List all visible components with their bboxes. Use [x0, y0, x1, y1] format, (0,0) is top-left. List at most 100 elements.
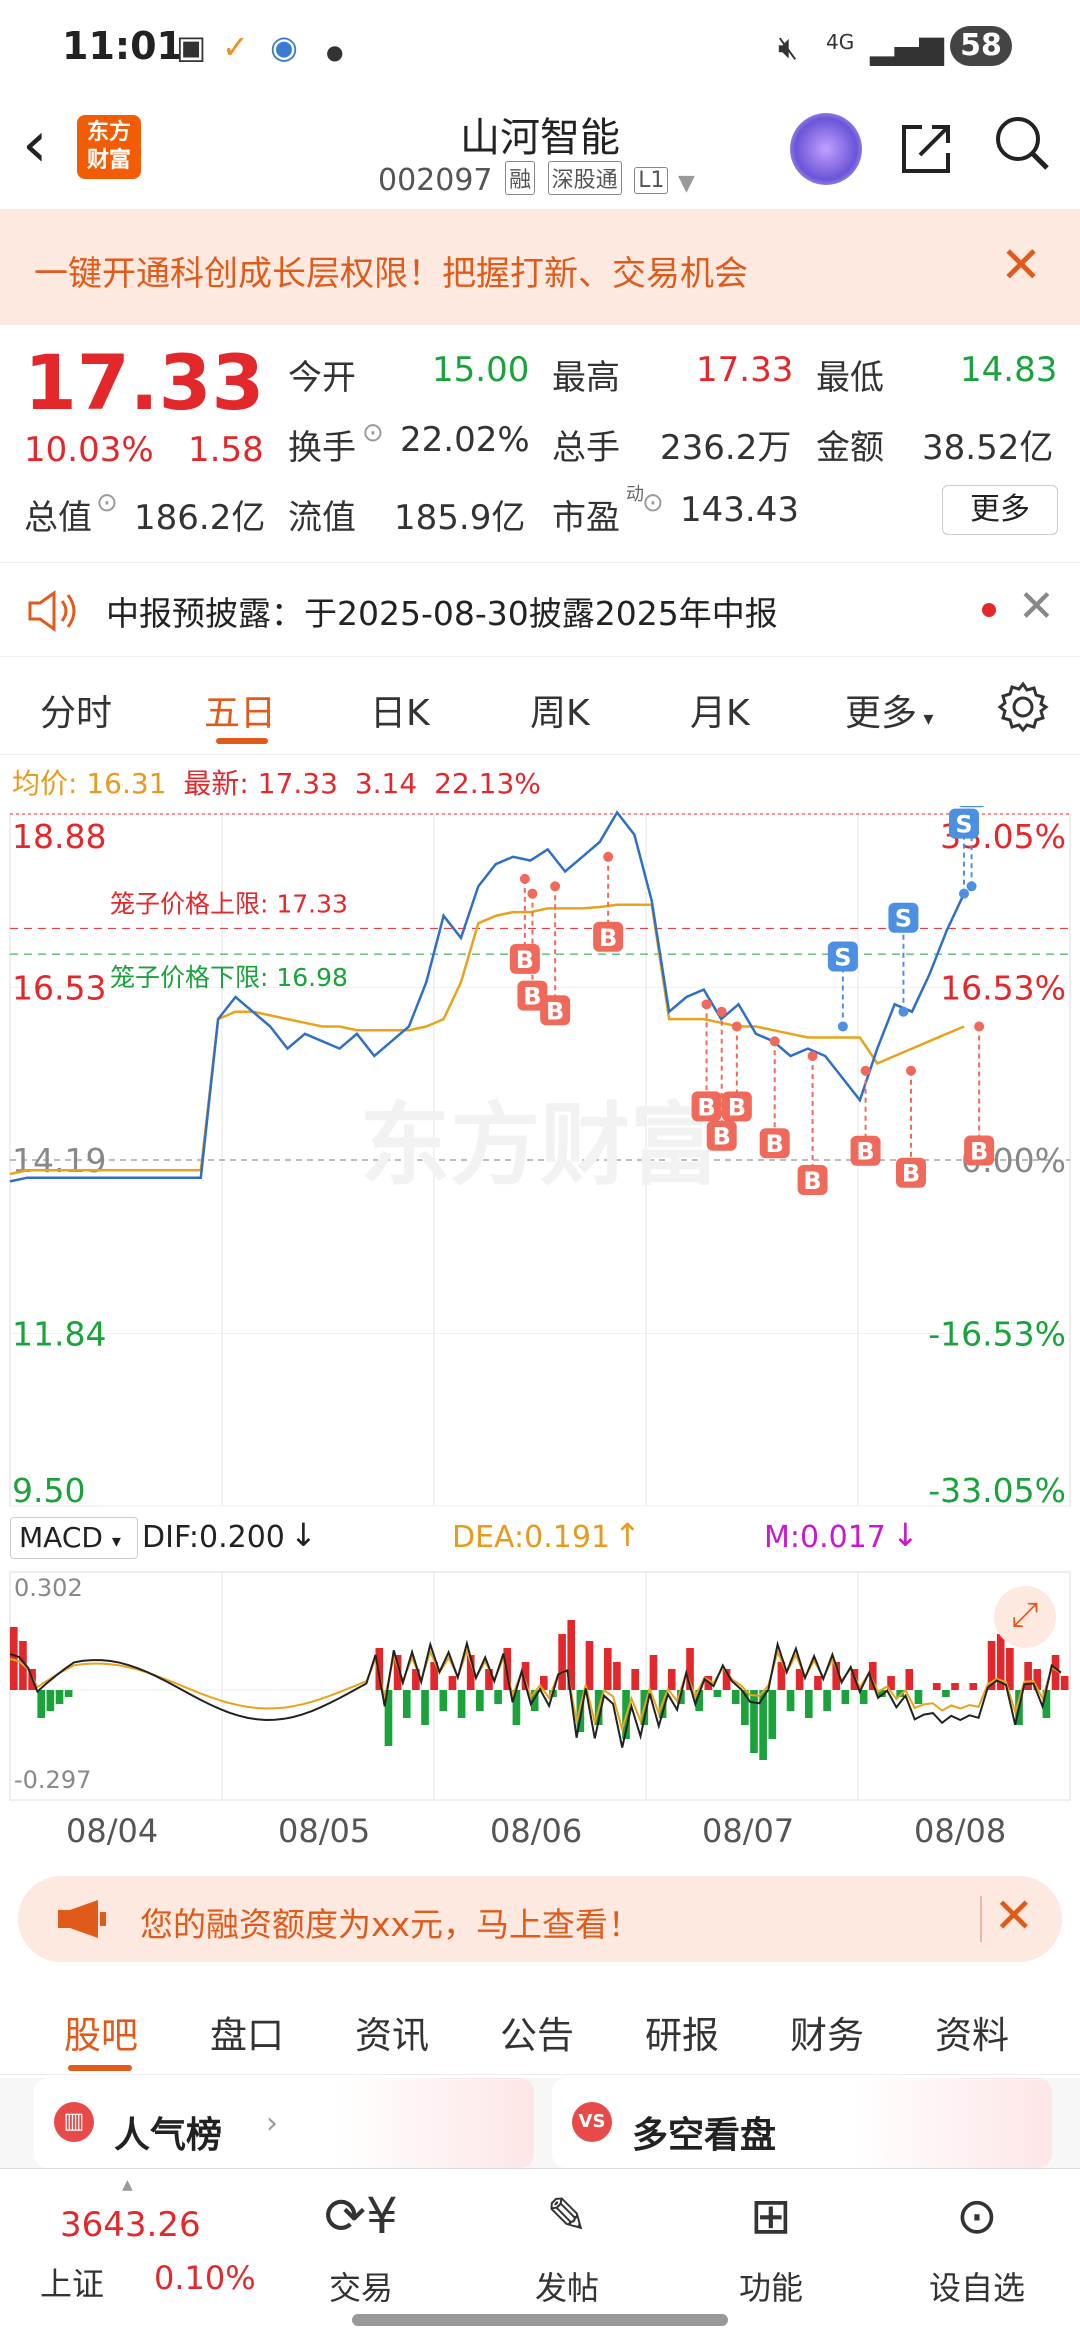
y-tick-left: 9.50 [12, 1471, 85, 1510]
tab-daily-k[interactable]: 日K [370, 684, 430, 736]
index-value[interactable]: 3643.26 [60, 2205, 201, 2245]
macd-bar [713, 1690, 722, 1697]
notice-bar[interactable]: 中报预披露：于2025-08-30披露2025年中报 ✕ [0, 562, 1080, 657]
nav-post-label: 发帖 [534, 2269, 599, 2307]
x-tick-label: 08/04 [66, 1812, 159, 1850]
marker-letter: B [803, 1167, 821, 1195]
nav-functions[interactable]: ⊞ 功能 [706, 2181, 836, 2309]
tab-intraday[interactable]: 分时 [40, 684, 112, 736]
active-tab-underline [216, 738, 268, 744]
network-label: 4G [826, 30, 855, 54]
float-value: 185.9亿 [394, 498, 526, 538]
macd-bar [768, 1690, 777, 1739]
trade-yen-icon: ⟳¥ [324, 2187, 398, 2245]
stock-code-row[interactable]: 002097 融 深股通 L1 ▼ [378, 161, 695, 198]
expand-icon[interactable]: ⤢ [994, 1586, 1056, 1648]
settings-gear-icon[interactable] [996, 680, 1050, 734]
signal-icon: ▂▄▆ [870, 28, 944, 66]
macd-bar [969, 1683, 978, 1690]
tab-news[interactable]: 资讯 [355, 2005, 429, 2059]
margin-banner[interactable]: 您的融资额度为xx元，马上查看！ ✕ [18, 1876, 1062, 1962]
tab-monthly-k[interactable]: 月K [690, 684, 750, 736]
macd-m: M:0.017 [764, 1520, 886, 1555]
marker-letter: B [728, 1093, 746, 1121]
marker-letter: S [834, 943, 851, 971]
indicator-select[interactable]: MACD ▾ [10, 1517, 138, 1559]
popularity-card-label: 人气榜 [114, 2115, 223, 2156]
macd-bar [46, 1690, 55, 1711]
macd-bar [905, 1669, 914, 1690]
tab-more[interactable]: 更多 ▾ [845, 684, 933, 736]
change-percent: 10.03% [24, 430, 154, 470]
macd-bar [631, 1669, 640, 1690]
low-label: 最低 [816, 358, 884, 398]
bull-bear-card[interactable]: VS 多空看盘 [552, 2078, 1052, 2168]
chart-bars-icon: ▥ [54, 2102, 94, 2142]
cage-lower-label: 笼子价格下限: 16.98 [110, 963, 348, 992]
connect-tag: 深股通 [547, 161, 622, 195]
marker-letter: B [599, 924, 617, 952]
five-day-chart[interactable]: 东方财富 18.88 33.05%16.53 16.53%14.19 0.00%11.… [0, 806, 1080, 1516]
macd-bar [731, 1690, 740, 1704]
nav-post[interactable]: ✎ 发帖 [502, 2181, 632, 2309]
marker-letter: B [856, 1138, 874, 1166]
marker-letter: B [516, 946, 534, 974]
info-icon[interactable]: ⊙ [362, 418, 384, 448]
share-icon[interactable] [898, 119, 956, 177]
y-tick-left: 11.84 [12, 1314, 106, 1353]
marker-letter: B [766, 1130, 784, 1158]
tab-announcements[interactable]: 公告 [500, 2005, 574, 2059]
home-indicator[interactable] [352, 2314, 728, 2326]
macd-bar [402, 1690, 411, 1718]
close-icon[interactable]: ✕ [1018, 581, 1055, 632]
macd-bar [476, 1690, 484, 1711]
marker-dot [716, 1006, 727, 1017]
marker-letter: B [697, 1093, 715, 1121]
macd-bar [1024, 1662, 1032, 1690]
macd-bar [841, 1690, 850, 1704]
x-tick-label: 08/05 [278, 1812, 371, 1850]
chart-tabs: 分时 五日 日K 周K 月K 更多 ▾ [0, 660, 1080, 755]
macd-chart[interactable]: 0.302 -0.297 [0, 1566, 1080, 1806]
info-icon[interactable]: ⊙ [642, 488, 664, 518]
macd-bar [603, 1648, 612, 1690]
more-button[interactable]: 更多 [942, 485, 1058, 535]
tab-pankou[interactable]: 盘口 [210, 2005, 284, 2059]
macd-bar [750, 1690, 758, 1753]
nav-functions-label: 功能 [738, 2269, 803, 2307]
close-icon[interactable]: ✕ [1000, 236, 1042, 294]
promo-banner[interactable]: 一键开通科创成长层权限！把握打新、交易机会 ✕ [0, 210, 1080, 325]
ai-assistant-icon[interactable] [790, 113, 862, 185]
macd-bar [37, 1690, 46, 1718]
x-tick-label: 08/06 [490, 1812, 583, 1850]
tab-guba[interactable]: 股吧 [64, 2005, 138, 2059]
nav-trade[interactable]: ⟳¥ 交易 [296, 2181, 426, 2309]
search-icon[interactable] [992, 113, 1052, 173]
up-caret-icon: ▲ [122, 2177, 133, 2193]
speaker-icon [28, 590, 76, 632]
high-value: 17.33 [696, 350, 794, 390]
watermark: 东方财富 [360, 1093, 720, 1198]
tab-financials[interactable]: 财务 [790, 2005, 864, 2059]
marker-dot [519, 873, 530, 884]
low-value: 14.83 [960, 350, 1058, 390]
popularity-card[interactable]: ▥ 人气榜 › [34, 2078, 534, 2168]
vs-icon: VS [572, 2102, 612, 2142]
nav-watchlist[interactable]: ⊙ 设自选 [912, 2181, 1042, 2309]
y-tick-left: 14.19 [12, 1141, 106, 1180]
macd-bar [55, 1690, 64, 1704]
content-tabs: 股吧 盘口 资讯 公告 研报 财务 资料 [0, 1975, 1080, 2075]
macd-bar [649, 1655, 658, 1690]
close-icon[interactable]: ✕ [994, 1888, 1034, 1944]
turnover-label: 换手 [288, 428, 356, 468]
tab-research[interactable]: 研报 [645, 2005, 719, 2059]
tab-weekly-k[interactable]: 周K [530, 684, 590, 736]
tab-profile[interactable]: 资料 [935, 2005, 1009, 2059]
margin-banner-text: 您的融资额度为xx元，马上查看！ [140, 1905, 642, 1944]
more-notifications-icon: ● [326, 40, 344, 64]
last-value: 17.33 [257, 767, 338, 800]
tab-five-day[interactable]: 五日 [204, 684, 276, 736]
status-time: 11:01 [62, 24, 183, 68]
current-price: 17.33 [24, 338, 265, 427]
info-icon[interactable]: ⊙ [96, 488, 118, 518]
